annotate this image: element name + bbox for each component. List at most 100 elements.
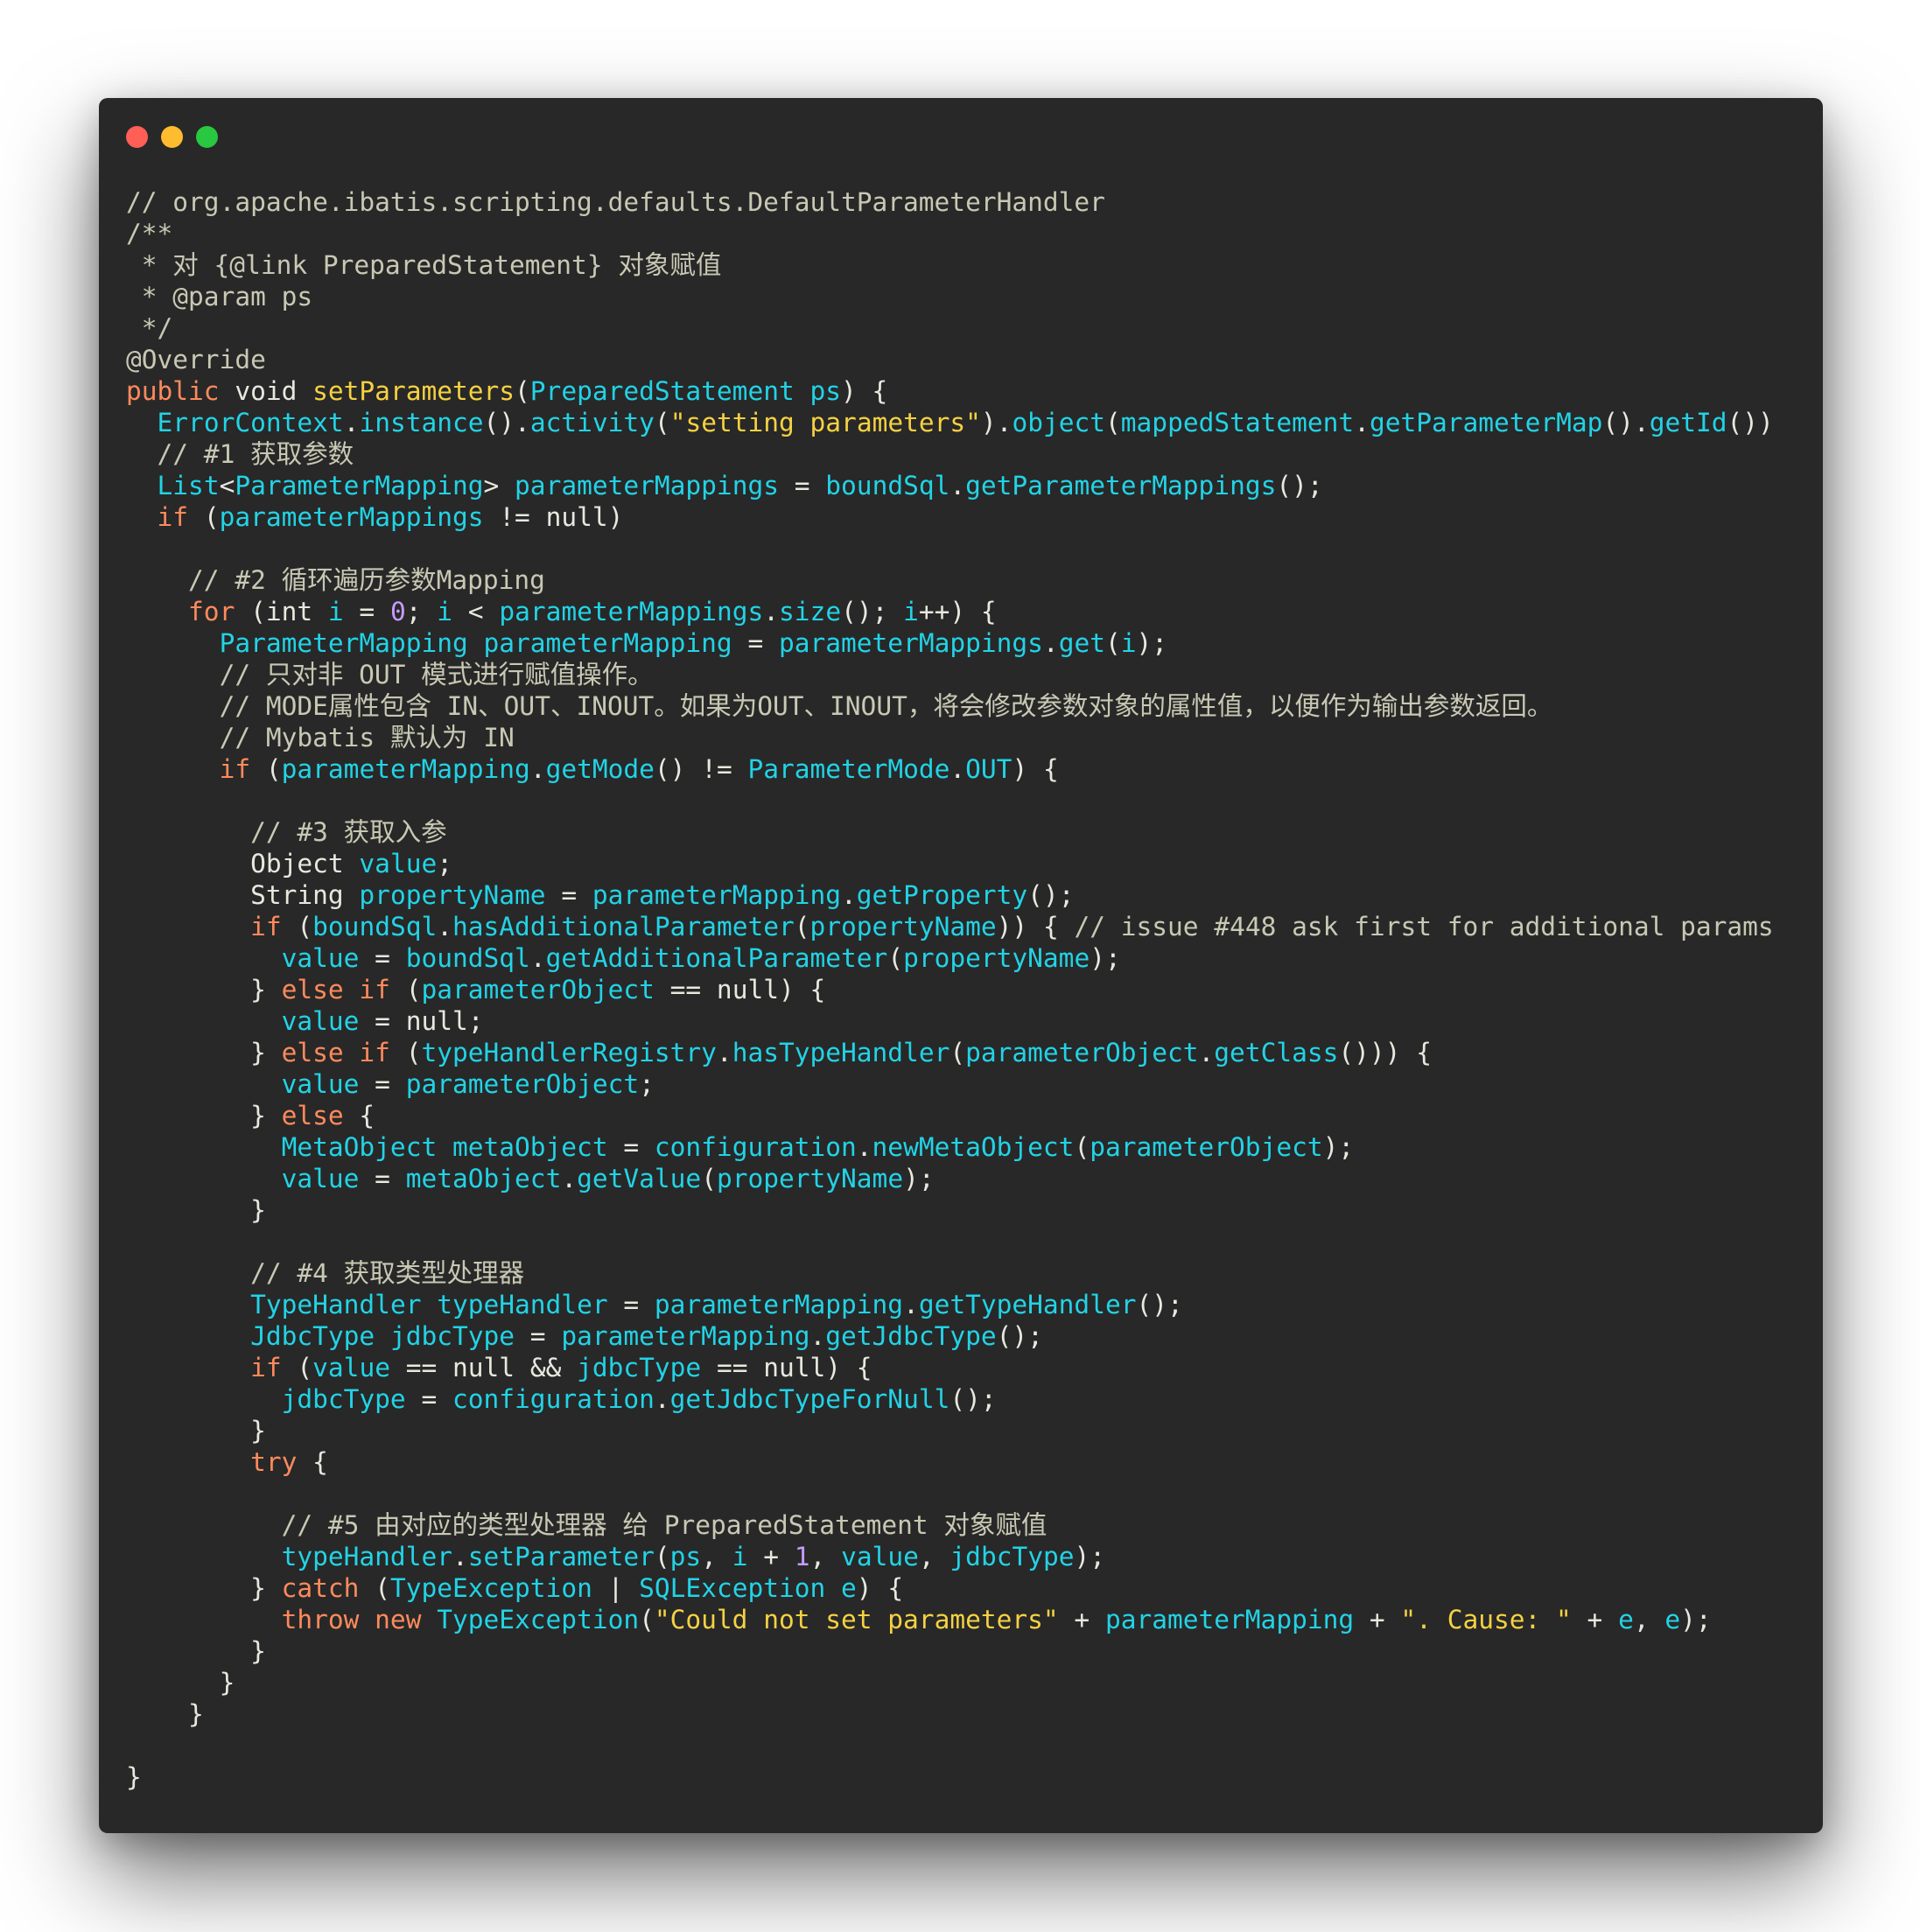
code-token: String — [126, 880, 360, 910]
code-token: == null) { — [654, 975, 826, 1004]
code-token: . — [841, 880, 857, 910]
code-token: = — [359, 1164, 406, 1194]
code-token: . — [856, 1132, 872, 1162]
code-token: . — [654, 1384, 670, 1414]
code-token: TypeHandler typeHandler — [250, 1290, 608, 1320]
code-token: for — [188, 597, 251, 626]
code-token: . — [561, 1164, 578, 1194]
code-token: public — [126, 376, 235, 406]
code-token: = — [607, 1290, 655, 1320]
code-token: parameterObject — [405, 1069, 640, 1099]
code-line: String propertyName = parameterMapping.g… — [126, 879, 1774, 911]
code-token: configuration — [654, 1132, 857, 1162]
code-token: propertyName — [716, 1164, 904, 1194]
code-token: JdbcType jdbcType — [250, 1321, 515, 1351]
code-token: } — [126, 975, 282, 1004]
code-token: > — [483, 471, 515, 500]
code-token: // #1 获取参数 — [126, 439, 354, 469]
code-token: value — [281, 1069, 360, 1099]
code-line: if (parameterMappings != null) — [126, 501, 1774, 533]
code-token: 0 — [389, 597, 406, 626]
code-token: mappedStatement — [1120, 408, 1355, 438]
code-token: MetaObject metaObject — [281, 1132, 608, 1162]
code-line: // org.apache.ibatis.scripting.defaults.… — [126, 186, 1774, 218]
code-line: for (int i = 0; i < parameterMappings.si… — [126, 596, 1774, 627]
code-token: . — [903, 1290, 919, 1320]
code-token: 1 — [794, 1542, 810, 1572]
code-token: + — [1571, 1605, 1619, 1634]
code-line: value = parameterObject; — [126, 1068, 1774, 1100]
code-token: parameterMappings — [499, 597, 764, 626]
code-token: // #4 获取类型处理器 — [126, 1258, 525, 1288]
code-token: throw new — [281, 1605, 438, 1634]
code-line: if (value == null && jdbcType == null) { — [126, 1352, 1774, 1383]
code-token: = — [343, 597, 390, 626]
code-token: ParameterMapping — [235, 471, 484, 500]
code-token: ++) { — [918, 597, 997, 626]
minimize-dot-icon[interactable] — [161, 126, 183, 148]
code-token: getJdbcTypeForNull — [669, 1384, 950, 1414]
code-token: TypeException — [437, 1605, 640, 1634]
code-token: = — [732, 628, 779, 658]
code-token: ( — [654, 408, 670, 438]
code-token: . — [949, 471, 966, 500]
code-token: ). — [980, 408, 1013, 438]
code-token: ); — [1090, 943, 1121, 973]
zoom-dot-icon[interactable] — [196, 126, 218, 148]
code-token: // MODE属性包含 IN、OUT、INOUT。如果为OUT、INOUT，将会… — [126, 691, 1553, 721]
code-token: parameterMappings — [219, 502, 484, 532]
code-token: . — [529, 754, 546, 784]
code-token: } — [126, 1195, 266, 1225]
code-token: getAdditionalParameter — [545, 943, 888, 973]
code-token: ); — [1322, 1132, 1355, 1162]
code-token: parameterObject — [421, 975, 655, 1004]
code-token: List — [157, 471, 220, 500]
code-token: (); — [1136, 1290, 1183, 1320]
code-token: } — [126, 1762, 142, 1792]
code-token: } — [126, 1416, 266, 1446]
code-token: else if — [281, 975, 406, 1004]
code-token: . — [529, 943, 546, 973]
code-line: } catch (TypeException | SQLException e)… — [126, 1572, 1774, 1604]
code-token: value — [281, 943, 360, 973]
code-line: JdbcType jdbcType = parameterMapping.get… — [126, 1320, 1774, 1352]
code-token: ; — [437, 849, 452, 878]
code-token: == null && — [389, 1353, 578, 1382]
code-token: ( — [515, 376, 530, 406]
code-token: } — [126, 1636, 266, 1666]
code-token: (int — [250, 597, 328, 626]
code-line: jdbcType = configuration.getJdbcTypeForN… — [126, 1383, 1774, 1415]
code-token: e — [1618, 1605, 1634, 1634]
code-token: ( — [1074, 1132, 1090, 1162]
code-token: jdbcType — [577, 1353, 702, 1382]
code-token: ( — [1105, 408, 1121, 438]
code-token: < — [452, 597, 500, 626]
code-token: value — [359, 849, 438, 878]
code-token: newMetaObject — [872, 1132, 1075, 1162]
code-token: metaObject — [405, 1164, 562, 1194]
code-token: ( — [887, 943, 904, 973]
code-token: ); — [1074, 1542, 1106, 1572]
code-token: ( — [794, 912, 810, 942]
code-token: // Mybatis 默认为 IN — [126, 723, 515, 752]
code-token: // #2 循环遍历参数Mapping — [126, 565, 545, 595]
code-line: ​ — [126, 785, 1774, 816]
code-token: boundSql — [405, 943, 530, 973]
code-token: configuration — [452, 1384, 655, 1414]
code-token: . — [1042, 628, 1059, 658]
code-token: , — [701, 1542, 732, 1572]
code-token: . — [716, 1038, 732, 1068]
code-token: OUT — [965, 754, 1013, 784]
code-token: parameterMapping — [281, 754, 530, 784]
close-dot-icon[interactable] — [126, 126, 148, 148]
code-token: . — [949, 754, 966, 784]
code-token: "Could not set parameters" — [654, 1605, 1059, 1634]
